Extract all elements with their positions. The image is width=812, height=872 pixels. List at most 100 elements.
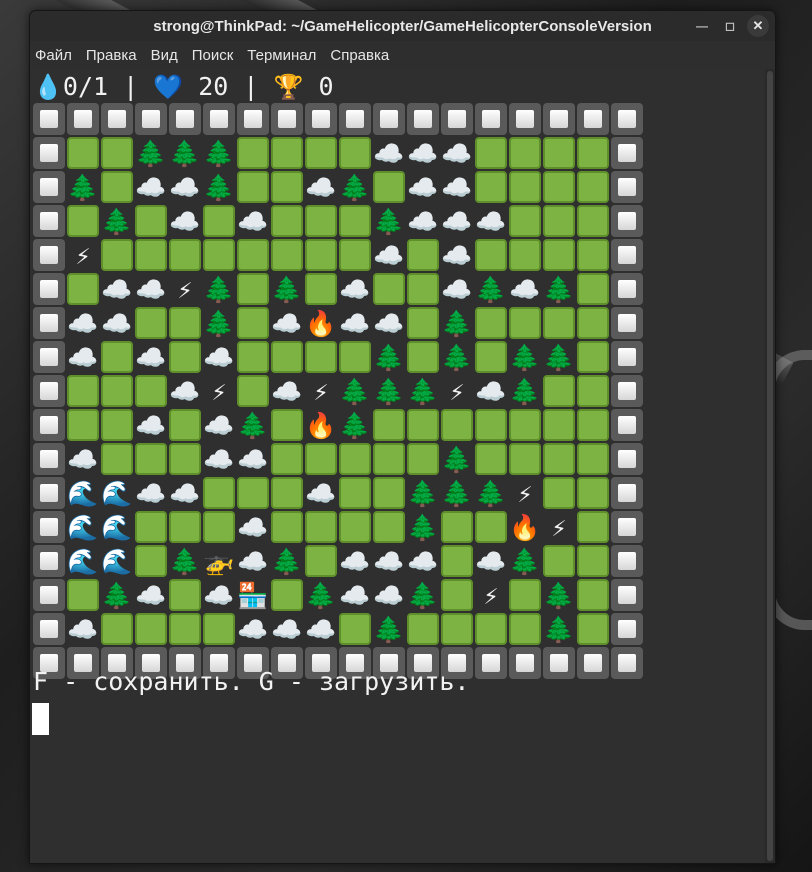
field-tile [67,579,99,611]
wall-tile [611,137,643,169]
field-tile [169,307,201,339]
wall-tile [33,239,65,271]
terminal-output[interactable]: 💧0/1 | 💙 20 | 🏆 0 🌲 🌲 🌲 ☁️ ☁️ ☁️ 🌲 ☁️ ☁️ 🌲 ☁️ 🌲 ☁️ ☁️… [30,69,763,863]
cloud-icon: ☁️ [407,172,439,202]
water-drop-icon: 💧 [33,73,63,101]
lightning-icon: ⚡ [313,376,329,406]
field-tile [543,545,575,577]
cloud-icon: ☁️ [339,546,371,576]
tree-icon: 🌲 [203,138,235,168]
tree-icon: 🌲 [509,376,541,406]
trophy-icon: 🏆 [273,73,304,101]
scrollbar-thumb[interactable] [767,71,773,861]
field-tile [577,137,609,169]
menu-search[interactable]: Поиск [192,47,234,64]
river-icon: 🌊 [67,512,99,542]
field-tile [543,171,575,203]
wall-tile [135,103,167,135]
tree-icon: 🌲 [441,342,473,372]
cloud-icon: ☁️ [271,308,303,338]
wall-tile [611,341,643,373]
field-tile [543,137,575,169]
field-tile [373,511,405,543]
tree-icon: 🌲 [475,274,507,304]
close-icon[interactable]: ✕ [747,15,769,37]
status-separator: | [123,72,139,101]
tree-icon: 🌲 [67,172,99,202]
field-tile [339,239,371,271]
field-tile [237,477,269,509]
menu-file[interactable]: Файл [35,47,72,64]
fire-icon: 🔥 [509,512,541,542]
wall-tile [611,375,643,407]
cloud-icon: ☁️ [373,240,405,270]
field-tile [543,239,575,271]
wall-tile [305,103,337,135]
menu-edit[interactable]: Правка [86,47,137,64]
wall-tile [33,409,65,441]
shop-icon: 🏪 [237,580,269,610]
field-tile [407,443,439,475]
river-icon: 🌊 [101,546,133,576]
cloud-icon: ☁️ [203,342,235,372]
cloud-icon: ☁️ [169,376,201,406]
field-tile [475,443,507,475]
tree-icon: 🌲 [543,580,575,610]
lightning-icon: ⚡ [75,240,91,270]
status-line: 💧0/1 | 💙 20 | 🏆 0 [33,71,334,103]
cloud-icon: ☁️ [271,376,303,406]
field-tile [135,239,167,271]
cloud-icon: ☁️ [67,444,99,474]
field-tile [577,443,609,475]
scrollbar[interactable] [765,69,775,863]
helicopter-icon: 🚁 [203,546,235,576]
menu-view[interactable]: Вид [151,47,178,64]
wall-tile [33,443,65,475]
wall-tile [475,103,507,135]
cloud-icon: ☁️ [169,172,201,202]
field-tile [305,205,337,237]
title-bar[interactable]: strong@ThinkPad: ~/GameHelicopter/GameHe… [30,11,775,41]
field-tile [577,273,609,305]
field-tile [407,409,439,441]
cloud-icon: ☁️ [373,580,405,610]
cloud-icon: ☁️ [135,410,167,440]
cloud-icon: ☁️ [407,206,439,236]
tree-icon: 🌲 [441,308,473,338]
field-tile [67,205,99,237]
field-tile [305,239,337,271]
maximize-icon[interactable]: ◻ [719,15,741,37]
tree-icon: 🌲 [101,206,133,236]
field-tile [373,477,405,509]
river-icon: 🌊 [101,512,133,542]
cloud-icon: ☁️ [67,614,99,644]
wall-tile [33,205,65,237]
minimize-icon[interactable]: — [691,15,713,37]
wall-tile [611,307,643,339]
cloud-icon: ☁️ [339,580,371,610]
field-tile [237,341,269,373]
field-tile [135,511,167,543]
menu-terminal[interactable]: Терминал [247,47,316,64]
tree-icon: 🌲 [271,274,303,304]
menu-help[interactable]: Справка [330,47,389,64]
field-tile [577,307,609,339]
field-tile [475,511,507,543]
field-tile [271,443,303,475]
cloud-icon: ☁️ [169,478,201,508]
field-tile [305,545,337,577]
field-tile [67,409,99,441]
field-tile [543,443,575,475]
cloud-icon: ☁️ [305,172,337,202]
field-tile [67,273,99,305]
field-tile [271,205,303,237]
cloud-icon: ☁️ [67,342,99,372]
lightning-icon: ⚡ [483,580,499,610]
wall-tile [33,171,65,203]
field-tile [271,477,303,509]
field-tile [101,341,133,373]
field-tile [577,171,609,203]
wall-tile [509,103,541,135]
field-tile [577,205,609,237]
tree-icon: 🌲 [373,206,405,236]
